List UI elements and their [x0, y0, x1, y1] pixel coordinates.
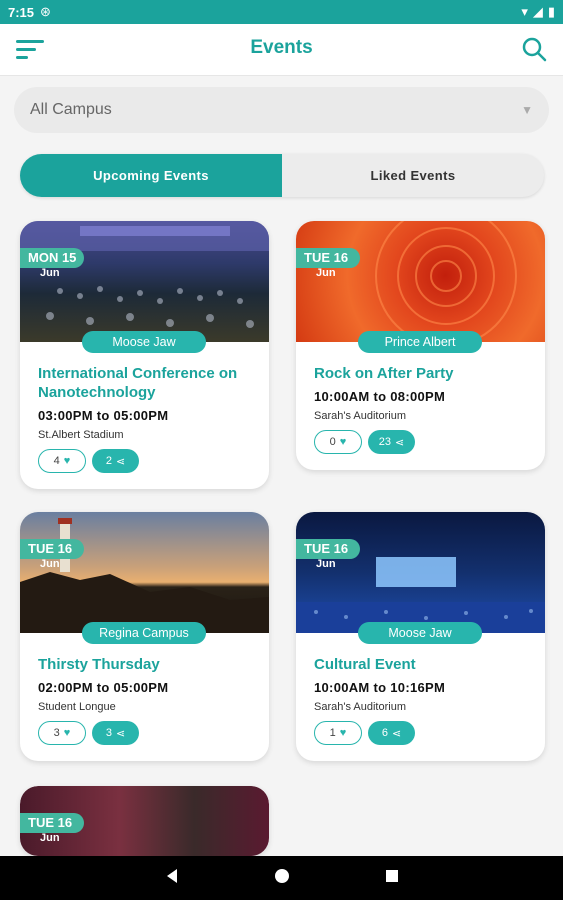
like-button[interactable]: 3 ♥ [38, 721, 86, 745]
campus-dropdown[interactable]: All Campus ▼ [14, 87, 549, 133]
like-count: 4 [53, 455, 60, 467]
event-image: TUE 16 Jun [20, 786, 269, 856]
event-title: Cultural Event [314, 656, 416, 673]
event-card[interactable]: TUE 16 Jun Moose Jaw Cultural Event 10:0… [296, 512, 545, 761]
share-icon: ⋖ [395, 436, 405, 449]
tab-upcoming-events[interactable]: Upcoming Events [20, 154, 282, 197]
date-badge: TUE 16 [296, 248, 360, 268]
status-time: 7:15 [8, 4, 35, 20]
home-icon [274, 868, 289, 883]
event-tabs: Upcoming Events Liked Events [20, 154, 544, 197]
date-month: Jun [316, 558, 336, 570]
event-image: TUE 16 Jun [296, 512, 545, 633]
event-venue: Sarah's Auditorium [314, 701, 406, 713]
date-badge: MON 15 [20, 248, 84, 268]
event-card[interactable]: TUE 16 Jun Prince Albert Rock on After P… [296, 221, 545, 470]
sync-icon: ⊛ [40, 4, 51, 19]
event-title: Thirsty Thursday [38, 656, 160, 673]
event-time: 03:00PM to 05:00PM [38, 408, 169, 423]
status-bar: 7:15 ⊛ ▾ ◢ ▮ [0, 0, 563, 24]
stage-photo [296, 557, 545, 633]
event-venue: St.Albert Stadium [38, 429, 124, 441]
signal-icon: ◢ [532, 4, 543, 19]
share-button[interactable]: 2 ⋖ [92, 449, 139, 473]
heart-icon: ♥ [63, 727, 71, 739]
back-button[interactable] [165, 868, 179, 889]
page-title: Events [250, 37, 313, 58]
heart-icon: ♥ [339, 436, 347, 448]
share-icon: ⋖ [391, 727, 402, 740]
share-count: 2 [105, 455, 112, 467]
heart-icon: ♥ [63, 455, 71, 467]
date-month: Jun [40, 558, 60, 570]
wifi-icon: ▾ [521, 4, 528, 19]
app-bar: Events [0, 24, 563, 76]
search-button[interactable] [521, 36, 547, 62]
campus-pill: Prince Albert [358, 331, 482, 353]
flower-photo [375, 221, 517, 342]
event-time: 10:00AM to 08:00PM [314, 389, 446, 404]
back-icon [166, 868, 177, 883]
like-count: 0 [329, 436, 336, 448]
event-image: TUE 16 Jun [20, 512, 269, 633]
event-time: 10:00AM to 10:16PM [314, 680, 446, 695]
event-card[interactable]: TUE 16 Jun [20, 786, 269, 856]
share-count: 23 [378, 436, 392, 448]
date-month: Jun [40, 832, 60, 844]
tab-liked-events[interactable]: Liked Events [282, 154, 544, 197]
heart-icon: ♥ [339, 727, 347, 739]
campus-pill: Regina Campus [82, 622, 206, 644]
recents-button[interactable] [385, 869, 399, 888]
event-card[interactable]: TUE 16 Jun Regina Campus Thirsty Thursda… [20, 512, 269, 761]
event-venue: Sarah's Auditorium [314, 410, 406, 422]
share-button[interactable]: 6 ⋖ [368, 721, 415, 745]
share-icon: ⋖ [115, 727, 126, 740]
event-image: TUE 16 Jun [296, 221, 545, 342]
share-icon: ⋖ [115, 455, 126, 468]
lighthouse-photo [20, 518, 269, 633]
like-button[interactable]: 1 ♥ [314, 721, 362, 745]
event-title: International Conference on Nanotechnolo… [38, 365, 238, 401]
search-icon [522, 37, 547, 62]
like-button[interactable]: 0 ♥ [314, 430, 362, 454]
conference-photo [20, 221, 269, 328]
chevron-down-icon: ▼ [521, 103, 533, 117]
share-button[interactable]: 3 ⋖ [92, 721, 139, 745]
home-button[interactable] [274, 868, 290, 889]
like-button[interactable]: 4 ♥ [38, 449, 86, 473]
date-month: Jun [316, 267, 336, 279]
date-badge: TUE 16 [20, 539, 84, 559]
recents-icon [385, 869, 398, 882]
event-image: MON 15 Jun [20, 221, 269, 342]
system-nav-bar [0, 856, 563, 900]
campus-pill: Moose Jaw [82, 331, 206, 353]
like-count: 3 [53, 727, 60, 739]
battery-icon: ▮ [547, 4, 555, 19]
like-count: 1 [329, 727, 336, 739]
campus-dropdown-value: All Campus [30, 101, 112, 118]
event-card[interactable]: MON 15 Jun Moose Jaw International Confe… [20, 221, 269, 489]
campus-pill: Moose Jaw [358, 622, 482, 644]
share-count: 3 [105, 727, 112, 739]
event-title: Rock on After Party [314, 365, 454, 382]
share-button[interactable]: 23 ⋖ [368, 430, 415, 454]
event-time: 02:00PM to 05:00PM [38, 680, 169, 695]
date-badge: TUE 16 [296, 539, 360, 559]
share-count: 6 [381, 727, 388, 739]
date-month: Jun [40, 267, 60, 279]
date-badge: TUE 16 [20, 813, 84, 833]
event-venue: Student Longue [38, 701, 116, 713]
